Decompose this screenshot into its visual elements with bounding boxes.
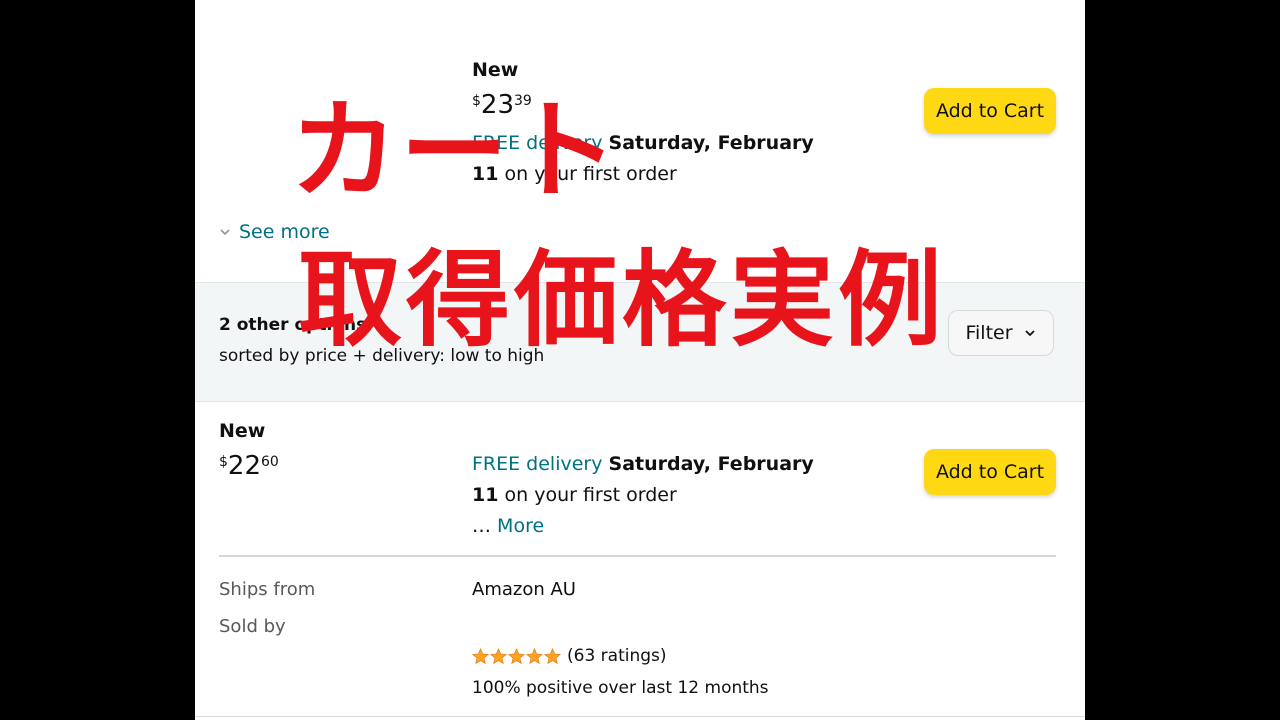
delivery-date: Saturday, February [608, 132, 814, 154]
price-fraction: 60 [261, 454, 279, 470]
filter-button[interactable]: Filter [948, 310, 1054, 356]
chevron-down-icon [220, 229, 230, 236]
star-icon [508, 647, 525, 664]
overlay-caption-line1: カート [290, 89, 621, 214]
ships-from-value: Amazon AU [472, 579, 576, 600]
bottom-divider [195, 716, 1085, 717]
condition-label: New [219, 420, 266, 442]
ratings-count: (63 ratings) [567, 646, 667, 666]
delivery-info: FREE delivery Saturday, February 11 on y… [472, 449, 832, 542]
chevron-down-icon [1024, 330, 1035, 337]
add-to-cart-button[interactable]: Add to Cart [924, 88, 1056, 134]
sold-by-label: Sold by [219, 616, 286, 637]
condition-label: New [472, 59, 519, 81]
divider [219, 555, 1056, 557]
star-rating-icon [472, 647, 561, 665]
offer-price: $2260 [219, 451, 279, 481]
price-whole: 22 [227, 451, 262, 481]
ships-from-label: Ships from [219, 579, 316, 600]
filter-label: Filter [965, 322, 1013, 344]
star-icon [472, 647, 489, 664]
seller-rating[interactable]: (63 ratings) [472, 646, 667, 666]
star-icon [544, 647, 561, 664]
delivery-day: 11 [472, 484, 499, 506]
positive-feedback: 100% positive over last 12 months [472, 678, 769, 698]
more-ellipsis: … [472, 515, 491, 537]
more-link[interactable]: More [497, 515, 544, 537]
price-symbol: $ [219, 454, 228, 470]
add-to-cart-button[interactable]: Add to Cart [924, 449, 1056, 495]
delivery-suffix: on your first order [504, 484, 677, 506]
free-delivery-link[interactable]: FREE delivery [472, 453, 602, 475]
delivery-date: Saturday, February [608, 453, 814, 475]
star-icon [490, 647, 507, 664]
overlay-caption-line2: 取得価格実例 [298, 239, 947, 361]
star-icon [526, 647, 543, 664]
